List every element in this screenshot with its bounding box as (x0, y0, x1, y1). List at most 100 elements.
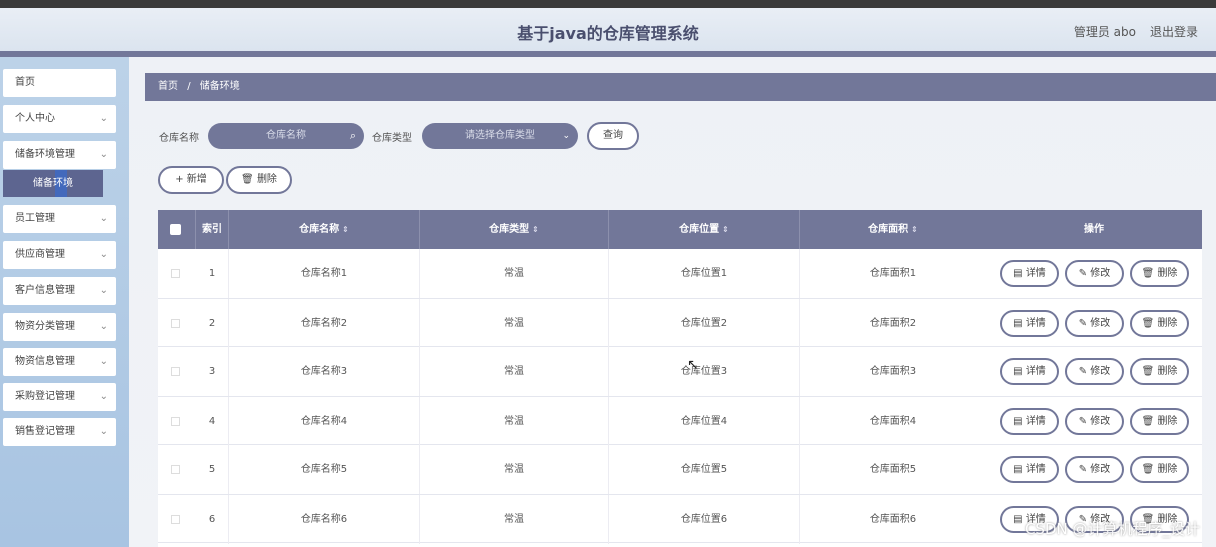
detail-label: 详情 (1025, 318, 1046, 329)
delete-button[interactable]: 🗑 删除 (1130, 408, 1189, 435)
select-all-checkbox[interactable] (170, 224, 181, 235)
row-checkbox[interactable] (171, 367, 180, 376)
detail-label: 详情 (1025, 366, 1046, 377)
edit-button[interactable]: ✎ 修改 (1065, 358, 1124, 385)
detail-button[interactable]: ▤ 详情 (1000, 456, 1059, 483)
header-actions-label: 操作 (1084, 224, 1104, 235)
header-area[interactable]: 仓库面积 ⇕ (800, 210, 986, 249)
sort-icon[interactable]: ⇕ (532, 225, 539, 234)
sort-icon[interactable]: ⇕ (722, 225, 729, 234)
chevron-down-icon: ⌄ (99, 321, 108, 332)
current-user: 管理员 abo (1073, 25, 1136, 39)
header-location-label: 仓库位置 (679, 224, 720, 235)
detail-button[interactable]: ▤ 详情 (1000, 408, 1059, 435)
app-title: 基于java的仓库管理系统 (517, 24, 699, 43)
cell-location: 仓库位置5 (609, 445, 800, 494)
edit-icon: ✎ (1078, 464, 1091, 475)
sidebar-subitem-label: 储备环境 (33, 178, 73, 189)
sidebar-item-material-info[interactable]: 物资信息管理 ⌄ (3, 348, 116, 376)
chevron-down-icon: ⌄ (99, 356, 108, 367)
edit-label: 修改 (1090, 318, 1111, 329)
logout-link[interactable]: 退出登录 (1150, 23, 1198, 40)
sidebar-item-customer[interactable]: 客户信息管理 ⌄ (3, 277, 116, 305)
table-row: 5 仓库名称5 常温 仓库位置5 仓库面积5 ▤ 详情 ✎ 修改 🗑 删除 (158, 445, 1202, 494)
breadcrumb-home[interactable]: 首页 (158, 81, 178, 92)
detail-icon: ▤ (1013, 514, 1026, 525)
sidebar-item-profile[interactable]: 个人中心 ⌄ (3, 105, 116, 133)
sidebar-item-label: 个人中心 (15, 113, 55, 124)
cell-index: 1 (196, 249, 229, 298)
cell-type: 常温 (420, 445, 609, 494)
detail-button[interactable]: ▤ 详情 (1000, 310, 1059, 337)
edit-button[interactable]: ✎ 修改 (1065, 456, 1124, 483)
table-header: 索引 仓库名称 ⇕ 仓库类型 ⇕ 仓库位置 ⇕ 仓库面积 ⇕ 操作 (158, 210, 1202, 249)
sidebar-item-home[interactable]: 首页 (3, 69, 116, 97)
window-title-strip (0, 0, 1216, 8)
sidebar-item-sales[interactable]: 销售登记管理 ⌄ (3, 418, 116, 446)
detail-label: 详情 (1025, 464, 1046, 475)
edit-label: 修改 (1090, 416, 1111, 427)
chevron-down-icon: ⌄ (562, 131, 570, 141)
sidebar-subitem-storage-env[interactable]: 储备环境 (3, 170, 103, 197)
cell-name: 仓库名称4 (229, 397, 420, 446)
edit-icon: ✎ (1078, 318, 1091, 329)
type-select[interactable]: 请选择仓库类型 ⌄ (422, 123, 578, 149)
cell-area: 仓库面积3 (869, 366, 917, 377)
name-search-label: 仓库名称 (159, 133, 199, 144)
header-type[interactable]: 仓库类型 ⇕ (420, 210, 609, 249)
sidebar-item-purchase[interactable]: 采购登记管理 ⌄ (3, 383, 116, 411)
edit-icon: ✎ (1078, 366, 1091, 377)
main-content: 首页 / 储备环境 仓库名称 仓库名称 ⌕ 仓库类型 请选择仓库类型 ⌄ 查询 … (129, 57, 1216, 547)
detail-button[interactable]: ▤ 详情 (1000, 260, 1059, 287)
batch-delete-button[interactable]: 🗑 删除 (226, 166, 292, 194)
row-checkbox[interactable] (171, 465, 180, 474)
mouse-cursor-icon: ↖ (687, 357, 699, 373)
cell-area: 仓库面积1 (869, 268, 917, 279)
cell-location: 仓库位置1 (609, 249, 800, 298)
delete-button[interactable]: 🗑 删除 (1130, 310, 1189, 337)
delete-button[interactable]: 🗑 删除 (1130, 456, 1189, 483)
sidebar-item-label: 员工管理 (15, 213, 55, 224)
sidebar-item-storage-env[interactable]: 储备环境管理 ⌄ (3, 141, 116, 169)
trash-icon: 🗑 (1141, 366, 1158, 377)
header-select-all[interactable] (158, 210, 196, 249)
cell-name: 仓库名称2 (229, 299, 420, 348)
cell-name: 仓库名称6 (229, 495, 420, 544)
cell-name: 仓库名称1 (229, 249, 420, 298)
app-header: 基于java的仓库管理系统 管理员 abo 退出登录 (0, 8, 1216, 51)
sidebar-item-staff[interactable]: 员工管理 ⌄ (3, 205, 116, 233)
header-name[interactable]: 仓库名称 ⇕ (229, 210, 420, 249)
query-button[interactable]: 查询 (587, 122, 639, 150)
header-location[interactable]: 仓库位置 ⇕ (609, 210, 800, 249)
row-checkbox[interactable] (171, 269, 180, 278)
cell-type: 常温 (420, 249, 609, 298)
cell-location: 仓库位置6 (609, 495, 800, 544)
chevron-down-icon: ⌄ (99, 249, 108, 260)
cell-index: 2 (196, 299, 229, 348)
row-checkbox[interactable] (171, 417, 180, 426)
sort-icon[interactable]: ⇕ (911, 225, 918, 234)
sidebar-item-supplier[interactable]: 供应商管理 ⌄ (3, 241, 116, 269)
detail-icon: ▤ (1013, 318, 1026, 329)
delete-button[interactable]: 🗑 删除 (1130, 358, 1189, 385)
sidebar-item-label: 物资信息管理 (15, 356, 75, 367)
cell-location: 仓库位置2 (609, 299, 800, 348)
sidebar-item-material-category[interactable]: 物资分类管理 ⌄ (3, 313, 116, 341)
row-checkbox[interactable] (171, 319, 180, 328)
sidebar-item-label: 物资分类管理 (15, 321, 75, 332)
csdn-watermark: CSDN @计算机程序_设计 (1024, 520, 1200, 538)
sort-icon[interactable]: ⇕ (342, 225, 349, 234)
name-search-input[interactable]: 仓库名称 ⌕ (208, 123, 364, 149)
sidebar-item-label: 供应商管理 (15, 249, 65, 260)
cell-type: 常温 (420, 347, 609, 396)
add-button[interactable]: + 新增 (158, 166, 224, 194)
row-checkbox[interactable] (171, 515, 180, 524)
detail-button[interactable]: ▤ 详情 (1000, 358, 1059, 385)
batch-delete-label: 删除 (256, 174, 277, 185)
cell-index: 3 (196, 347, 229, 396)
delete-button[interactable]: 🗑 删除 (1130, 260, 1189, 287)
edit-button[interactable]: ✎ 修改 (1065, 260, 1124, 287)
edit-button[interactable]: ✎ 修改 (1065, 408, 1124, 435)
cell-area: 仓库面积4 (869, 416, 917, 427)
edit-button[interactable]: ✎ 修改 (1065, 310, 1124, 337)
